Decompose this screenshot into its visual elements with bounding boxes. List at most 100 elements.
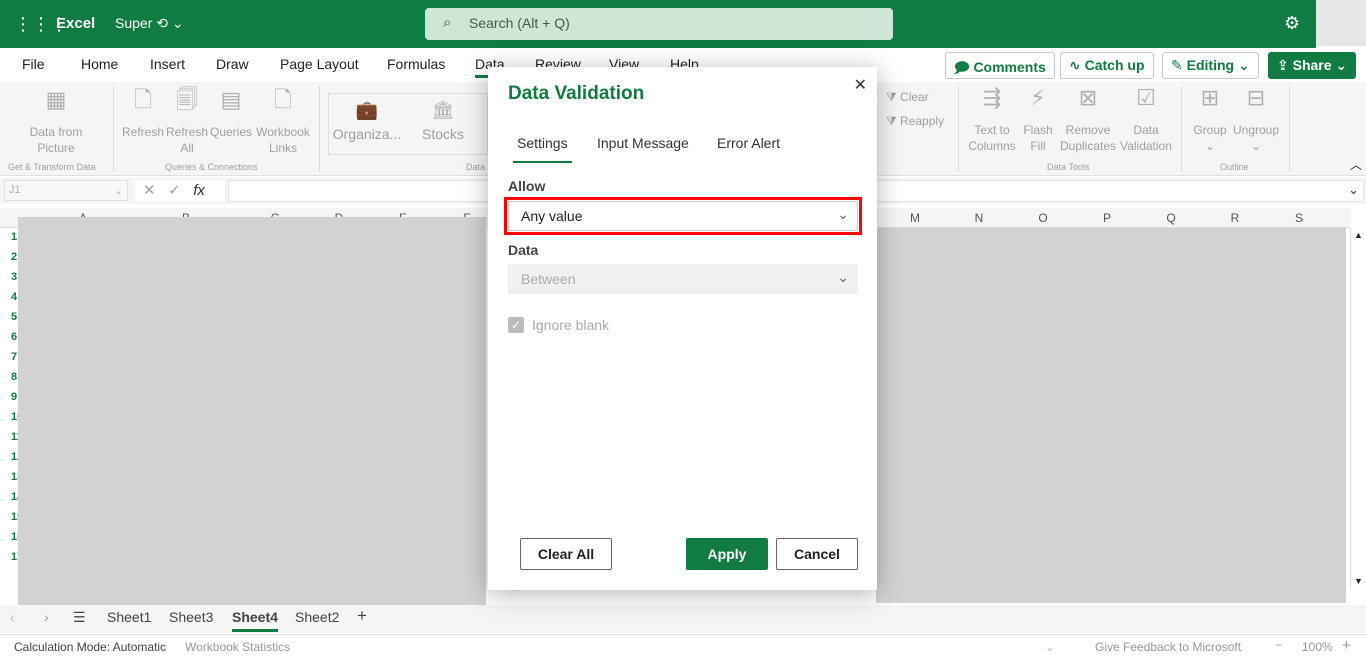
sheet-tab-sheet1[interactable]: Sheet1 xyxy=(107,609,151,625)
formula-controls: ✕ ✓ fx xyxy=(135,180,225,202)
row-header[interactable]: 6 xyxy=(0,331,18,343)
editing-button[interactable]: ✎ Editing ⌄ xyxy=(1162,52,1259,79)
column-header[interactable]: Q xyxy=(1161,211,1181,225)
tab-draw[interactable]: Draw xyxy=(216,56,249,72)
data-label: Data xyxy=(508,242,539,258)
refresh-button[interactable]: 🗋 Refresh xyxy=(122,87,164,140)
column-header[interactable]: M xyxy=(905,211,925,225)
comments-button[interactable]: 🗩 Comments xyxy=(945,52,1055,79)
tab-page-layout[interactable]: Page Layout xyxy=(280,56,359,72)
apply-button[interactable]: Apply xyxy=(686,538,768,570)
row-header[interactable]: 10 xyxy=(0,411,23,423)
vertical-scrollbar[interactable]: ▲ ▼ xyxy=(1350,228,1366,588)
collapse-ribbon-icon[interactable]: ︿ xyxy=(1350,156,1362,173)
group-label: Get & Transform Data xyxy=(8,162,96,172)
pencil-icon: ✎ xyxy=(1171,57,1183,73)
clear-filter-button[interactable]: ⧩ Clear xyxy=(886,89,929,105)
chevron-down-icon: ⌄ xyxy=(837,269,849,285)
row-header[interactable]: 13 xyxy=(0,471,23,483)
tab-input-message[interactable]: Input Message xyxy=(597,135,689,151)
check-icon[interactable]: ✓ xyxy=(168,182,181,199)
allow-select[interactable]: Any value ⌄ xyxy=(504,197,862,235)
tab-formulas[interactable]: Formulas xyxy=(387,56,445,72)
fx-icon[interactable]: fx xyxy=(193,182,205,199)
group-icon: ⊞ xyxy=(1200,85,1220,110)
next-sheet-icon[interactable]: › xyxy=(44,609,49,625)
editing-label: Editing xyxy=(1186,57,1235,73)
column-header[interactable]: R xyxy=(1225,211,1245,225)
prev-sheet-icon[interactable]: ‹ xyxy=(10,609,15,625)
tab-settings[interactable]: Settings xyxy=(513,135,572,163)
row-header[interactable]: 15 xyxy=(0,511,23,523)
zoom-in-icon[interactable]: + xyxy=(1342,637,1351,654)
share-icon: ⇪ xyxy=(1277,57,1289,73)
column-header[interactable]: O xyxy=(1033,211,1053,225)
sheet-tab-sheet4[interactable]: Sheet4 xyxy=(232,609,278,632)
row-header[interactable]: 1 xyxy=(0,231,18,243)
cancel-icon[interactable]: ✕ xyxy=(143,182,156,199)
row-header[interactable]: 5 xyxy=(0,311,18,323)
data-select[interactable]: Between ⌄ xyxy=(508,264,858,294)
account-area[interactable] xyxy=(1316,0,1366,46)
remove-duplicates-button[interactable]: ⊠ Remove Duplicates xyxy=(1058,87,1118,154)
flash-fill-button[interactable]: ⚡ Flash Fill xyxy=(1020,87,1056,154)
data-validation-button[interactable]: ☑ Data Validation xyxy=(1118,87,1174,154)
gear-icon[interactable]: ⚙ xyxy=(1284,13,1300,34)
name-box[interactable]: J1 ⌄ xyxy=(4,180,128,201)
column-header[interactable]: N xyxy=(969,211,989,225)
row-header[interactable]: 11 xyxy=(0,431,23,443)
document-name[interactable]: Super ⟲ ⌄ xyxy=(115,15,184,32)
ungroup-button[interactable]: ⊟ Ungroup ⌄ xyxy=(1230,87,1282,154)
share-button[interactable]: ⇪ Share ⌄ xyxy=(1268,52,1357,79)
search-input[interactable]: ⌕ Search (Alt + Q) xyxy=(425,8,893,40)
zoom-level: 100% xyxy=(1302,640,1333,654)
divider xyxy=(1181,86,1182,172)
tab-file[interactable]: File xyxy=(22,56,45,72)
stocks-button[interactable]: 🏛 Stocks xyxy=(418,101,468,142)
ignore-blank-checkbox[interactable]: ✓ xyxy=(508,317,524,333)
column-header[interactable]: S xyxy=(1289,211,1309,225)
sheet-tab-sheet3[interactable]: Sheet3 xyxy=(169,609,213,625)
zoom-out-icon[interactable]: − xyxy=(1275,638,1282,652)
feedback-link[interactable]: Give Feedback to Microsoft xyxy=(1095,640,1241,654)
column-header[interactable]: P xyxy=(1097,211,1117,225)
row-header[interactable]: 9 xyxy=(0,391,18,403)
row-header[interactable]: 7 xyxy=(0,351,18,363)
grid-overlay-right xyxy=(876,228,1346,603)
row-header[interactable]: 3 xyxy=(0,271,18,283)
refresh-icon: 🗋 xyxy=(134,87,152,112)
tab-home[interactable]: Home xyxy=(81,56,118,72)
status-chevron-icon[interactable]: ⌄ xyxy=(1045,640,1055,654)
links-icon: 🗋 xyxy=(274,87,292,112)
row-header[interactable]: 2 xyxy=(0,251,18,263)
tab-insert[interactable]: Insert xyxy=(150,56,185,72)
workbook-links-button[interactable]: 🗋 Workbook Links xyxy=(254,87,312,156)
divider xyxy=(1289,86,1290,172)
close-icon[interactable]: ✕ xyxy=(854,75,867,95)
reapply-filter-button[interactable]: ⧩ Reapply xyxy=(886,113,944,129)
row-header[interactable]: 14 xyxy=(0,491,23,503)
row-header[interactable]: 4 xyxy=(0,291,18,303)
refresh-all-button[interactable]: 🗐 Refresh All xyxy=(166,89,208,156)
add-sheet-icon[interactable]: + xyxy=(357,606,367,626)
row-header[interactable]: 8 xyxy=(0,371,18,383)
cancel-button[interactable]: Cancel xyxy=(776,538,858,570)
group-button[interactable]: ⊞ Group ⌄ xyxy=(1190,85,1230,154)
data-from-picture-button[interactable]: ▦ Data from Picture xyxy=(20,89,92,156)
expand-formula-icon[interactable]: ⌄ xyxy=(1348,182,1359,198)
text-to-columns-button[interactable]: ⇶ Text to Columns xyxy=(966,87,1018,154)
all-sheets-icon[interactable]: ☰ xyxy=(73,609,86,626)
row-header[interactable]: 17 xyxy=(0,551,23,563)
row-header[interactable]: 16 xyxy=(0,531,23,543)
status-bar: Calculation Mode: Automatic Workbook Sta… xyxy=(0,634,1366,657)
queries-button[interactable]: ▤ Queries xyxy=(209,89,253,140)
organization-button[interactable]: 💼 Organiza... xyxy=(332,100,402,142)
app-name[interactable]: Excel xyxy=(56,15,95,32)
briefcase-icon: 💼 xyxy=(355,100,379,120)
catch-up-button[interactable]: ∿ Catch up xyxy=(1060,52,1154,79)
row-header[interactable]: 12 xyxy=(0,451,23,463)
clear-all-button[interactable]: Clear All xyxy=(520,538,612,570)
tab-error-alert[interactable]: Error Alert xyxy=(717,135,780,151)
workbook-statistics[interactable]: Workbook Statistics xyxy=(185,640,290,654)
sheet-tab-sheet2[interactable]: Sheet2 xyxy=(295,609,339,625)
